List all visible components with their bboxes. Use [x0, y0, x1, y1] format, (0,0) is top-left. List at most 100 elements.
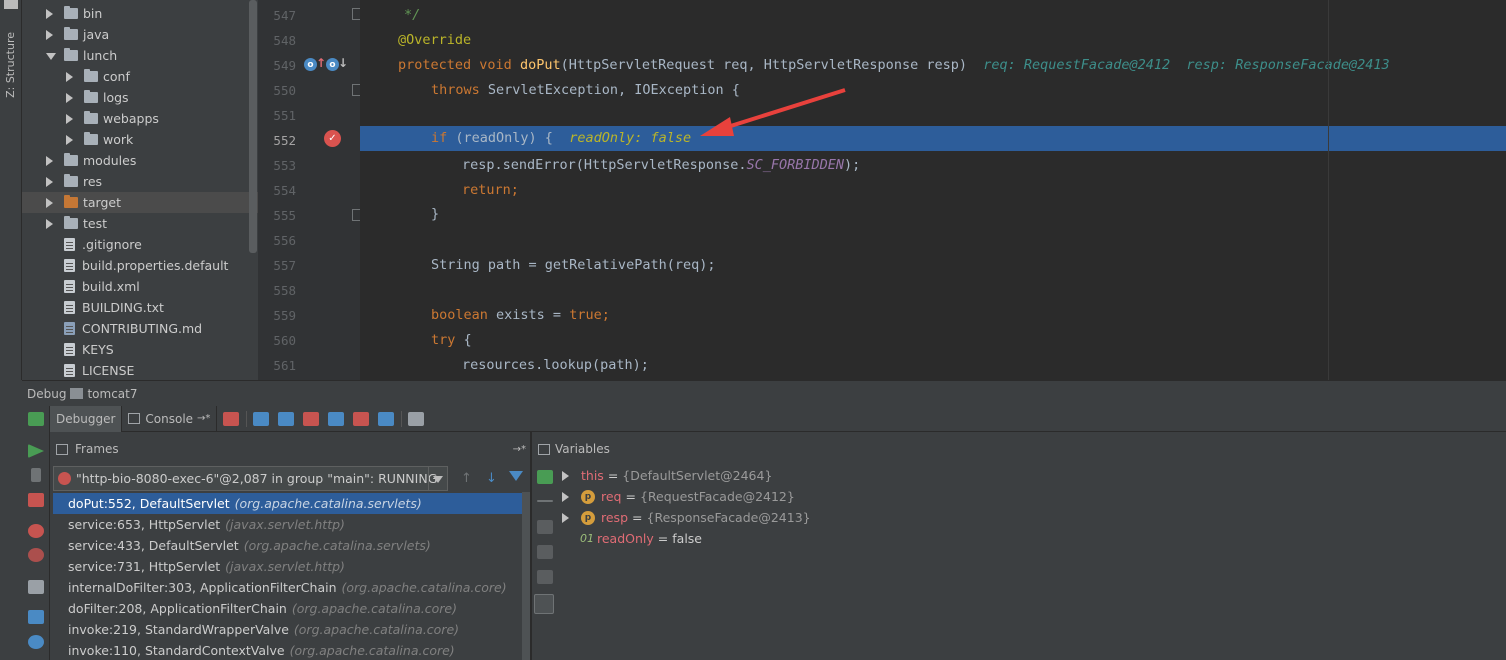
previous-frame-icon[interactable]: ↑	[461, 471, 472, 486]
evaluate-expression-icon[interactable]	[408, 411, 425, 426]
tree-item[interactable]: conf	[22, 66, 258, 87]
chevron-right-icon[interactable]	[46, 218, 53, 229]
annotation-arrow-head	[700, 117, 734, 136]
tree-item[interactable]: logs	[22, 87, 258, 108]
new-watch-icon[interactable]	[537, 470, 553, 484]
tree-item-label: logs	[103, 90, 129, 105]
settings-gear-icon[interactable]	[28, 635, 44, 649]
show-execution-point-icon[interactable]	[223, 411, 240, 426]
run-to-cursor-icon[interactable]	[378, 411, 395, 426]
variables-side-toolbar	[532, 460, 556, 660]
variable-row[interactable]: p req = {RequestFacade@2412}	[560, 486, 795, 507]
stack-frame-row[interactable]: internalDoFilter:303, ApplicationFilterC…	[53, 577, 525, 598]
parameter-icon: p	[581, 489, 595, 504]
step-into-icon[interactable]	[278, 411, 295, 426]
resume-icon[interactable]	[28, 444, 44, 458]
stop-icon[interactable]	[28, 493, 44, 507]
debugger-toolbar: Debugger Console →*	[50, 405, 1506, 432]
tree-item[interactable]: bin	[22, 3, 258, 24]
chevron-right-icon[interactable]	[46, 176, 53, 187]
breakpoint-icon[interactable]: ✓	[324, 130, 341, 147]
tab-debugger[interactable]: Debugger	[50, 405, 123, 432]
chevron-right-icon[interactable]	[562, 491, 569, 502]
stack-frame-row[interactable]: service:433, DefaultServlet (org.apache.c…	[53, 535, 525, 556]
camera-icon[interactable]	[28, 580, 44, 594]
tree-item[interactable]: build.xml	[22, 276, 258, 297]
tree-item[interactable]: work	[22, 129, 258, 150]
tab-console[interactable]: Console →*	[122, 405, 218, 432]
stack-frame-row[interactable]: invoke:110, StandardContextValve (org.apa…	[53, 640, 525, 660]
thread-selector[interactable]: "http-bio-8080-exec-6"@2,087 in group "m…	[53, 466, 448, 491]
line-number: 560	[273, 333, 296, 348]
show-watches-icon[interactable]	[534, 594, 554, 614]
step-out-icon[interactable]	[328, 411, 345, 426]
drop-frame-icon[interactable]	[353, 411, 370, 426]
pin-icon[interactable]	[4, 0, 18, 9]
tree-scrollbar[interactable]	[249, 0, 257, 253]
tree-item-label: CONTRIBUTING.md	[82, 321, 203, 336]
file-icon	[64, 364, 75, 377]
force-step-into-icon[interactable]	[303, 411, 320, 426]
rerun-icon[interactable]	[28, 412, 44, 426]
tree-item[interactable]: modules	[22, 150, 258, 171]
code-editor[interactable]: */ @Override protected void doPut(HttpSe…	[360, 0, 1506, 380]
tree-item[interactable]: lunch	[22, 45, 258, 66]
tree-item[interactable]: LICENSE	[22, 360, 258, 380]
frames-scrollbar[interactable]	[522, 492, 530, 660]
chevron-right-icon[interactable]	[66, 92, 73, 103]
file-icon	[64, 259, 75, 272]
view-breakpoints-icon[interactable]	[28, 524, 44, 538]
next-frame-icon[interactable]: ↓	[486, 471, 497, 486]
chevron-right-icon[interactable]	[46, 197, 53, 208]
tree-item[interactable]: .gitignore	[22, 234, 258, 255]
chevron-right-icon[interactable]	[66, 134, 73, 145]
variable-row[interactable]: 01 readOnly = false	[580, 528, 702, 549]
tree-item[interactable]: CONTRIBUTING.md	[22, 318, 258, 339]
chevron-right-icon[interactable]	[66, 71, 73, 82]
step-over-icon[interactable]	[253, 411, 270, 426]
override-down-arrow-icon: ↓	[338, 56, 349, 70]
folder-icon	[64, 174, 78, 187]
tree-item[interactable]: test	[22, 213, 258, 234]
move-up-icon[interactable]	[537, 520, 553, 534]
chevron-right-icon[interactable]	[46, 8, 53, 19]
variable-name: req	[601, 489, 622, 504]
stack-frame-row[interactable]: service:653, HttpServlet (javax.servlet.h…	[53, 514, 525, 535]
pause-icon[interactable]	[31, 468, 41, 482]
move-down-icon[interactable]	[537, 545, 553, 559]
tree-item[interactable]: BUILDING.txt	[22, 297, 258, 318]
debug-title-bar: Debug tomcat7	[22, 380, 1506, 406]
remove-watch-icon[interactable]	[537, 500, 553, 502]
run-config-name[interactable]: tomcat7	[87, 387, 137, 401]
tree-item[interactable]: java	[22, 24, 258, 45]
tree-item-label: work	[103, 132, 134, 147]
variable-row[interactable]: this = {DefaultServlet@2464}	[560, 465, 772, 486]
frames-pin-icon[interactable]: →*	[513, 444, 526, 455]
chevron-right-icon[interactable]	[66, 113, 73, 124]
variable-name: readOnly	[597, 531, 654, 546]
equals-sign: =	[632, 510, 643, 525]
tree-item[interactable]: build.properties.default	[22, 255, 258, 276]
chevron-down-icon[interactable]	[428, 467, 447, 490]
layout-icon[interactable]	[28, 610, 44, 624]
stack-frame-row[interactable]: doFilter:208, ApplicationFilterChain (org…	[53, 598, 525, 619]
tree-item[interactable]: target	[22, 192, 258, 213]
filter-icon[interactable]	[509, 471, 523, 481]
tree-item-label: build.xml	[82, 279, 140, 294]
variable-row[interactable]: p resp = {ResponseFacade@2413}	[560, 507, 811, 528]
chevron-right-icon[interactable]	[46, 29, 53, 40]
structure-tab[interactable]: Z: Structure	[4, 32, 17, 98]
stack-frame-row[interactable]: service:731, HttpServlet (javax.servlet.h…	[53, 556, 525, 577]
line-number: 558	[273, 283, 296, 298]
chevron-right-icon[interactable]	[562, 470, 569, 481]
mute-breakpoints-icon[interactable]	[28, 548, 44, 562]
stack-frame-row[interactable]: invoke:219, StandardWrapperValve (org.apa…	[53, 619, 525, 640]
tree-item[interactable]: res	[22, 171, 258, 192]
chevron-down-icon[interactable]	[46, 53, 56, 60]
chevron-right-icon[interactable]	[562, 512, 569, 523]
chevron-right-icon[interactable]	[46, 155, 53, 166]
tree-item[interactable]: KEYS	[22, 339, 258, 360]
stack-frame-row[interactable]: doPut:552, DefaultServlet (org.apache.cat…	[53, 493, 525, 514]
tree-item[interactable]: webapps	[22, 108, 258, 129]
copy-icon[interactable]	[537, 570, 553, 584]
